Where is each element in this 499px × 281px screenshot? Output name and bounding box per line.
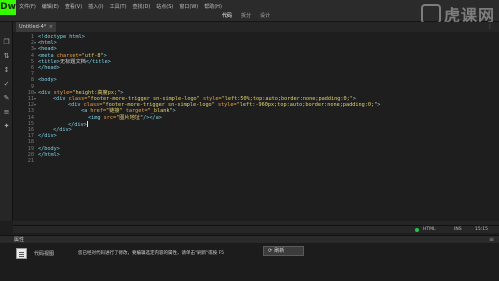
tab-design[interactable]: 设计 — [260, 12, 270, 20]
status-bar: HTML INS 15:15 — [13, 225, 499, 233]
dreamweaver-logo: Dw — [0, 0, 16, 15]
code-line: </head> — [38, 65, 60, 71]
document-tab-label: Untitled-4* — [19, 24, 47, 30]
select-parent-icon[interactable]: ✓ — [2, 80, 11, 89]
menu-find[interactable]: 查找(D) — [133, 2, 151, 12]
properties-panel-header: 属性 ≡ — [0, 235, 499, 243]
language-select[interactable]: HTML — [423, 226, 436, 234]
cursor-position: 15:15 — [475, 227, 488, 232]
refresh-button[interactable]: ⟳ 刷新 — [263, 246, 304, 256]
menu-bar: 文件(F) 编辑(E) 查看(V) 插入(I) 工具(T) 查找(D) 站点(S… — [19, 2, 222, 12]
menu-tools[interactable]: 工具(T) — [110, 2, 127, 12]
text-cursor — [86, 120, 88, 127]
filter-icon[interactable]: ⋮ — [487, 23, 493, 30]
line-number-gutter: 1 2 3 4 5 6 7 8 9 10 11 12 13 14 15 16 1… — [13, 32, 36, 221]
watermark-logo-icon — [420, 4, 441, 24]
tab-split[interactable]: 拆分 — [241, 12, 251, 20]
menu-help[interactable]: 帮助(H) — [204, 2, 222, 12]
view-mode-tabs: 代码 拆分 设计 — [222, 12, 270, 20]
code-editor[interactable]: 1 2 3 4 5 6 7 8 9 10 11 12 13 14 15 16 1… — [13, 32, 499, 221]
close-icon[interactable]: × — [49, 22, 53, 32]
fold-toggle-icon[interactable]: ▾ — [34, 46, 36, 52]
edit-icon[interactable]: ✎ — [2, 94, 11, 103]
document-tab-bar: Untitled-4* × ⋮ — [13, 22, 499, 32]
properties-notice: 您已经对代码进行了修改，要编辑选定内容的属性，请单击"刷新"或按 F5 — [78, 251, 225, 256]
menu-edit[interactable]: 编辑(E) — [42, 2, 59, 12]
title-bar: Dw 文件(F) 编辑(E) 查看(V) 插入(I) 工具(T) 查找(D) 站… — [0, 0, 499, 25]
refresh-icon: ⟳ — [268, 248, 273, 254]
open-documents-icon[interactable]: ❐ — [2, 38, 11, 47]
code-view-label: 代码视图 — [34, 251, 55, 257]
format-icon[interactable]: ≡ — [2, 108, 11, 117]
menu-window[interactable]: 窗口(W) — [179, 2, 198, 12]
collapse-tag-icon[interactable]: ⇅ — [2, 52, 11, 61]
code-line: <body> — [38, 77, 57, 84]
menu-file[interactable]: 文件(F) — [19, 2, 36, 12]
code-line: <img src="图片地址"/></a> — [88, 114, 162, 121]
coding-toolbar: ❐ ⇅ ↕ ✓ ✎ ≡ ✦ — [0, 22, 13, 221]
document-tab[interactable]: Untitled-4* × — [16, 22, 56, 32]
snippet-icon[interactable]: ✦ — [2, 122, 11, 131]
status-ok-icon — [415, 228, 419, 232]
refresh-label: 刷新 — [274, 248, 285, 254]
tab-code[interactable]: 代码 — [222, 12, 232, 20]
fold-toggle-icon[interactable]: ▾ — [34, 102, 36, 108]
code-line: </html> — [38, 151, 60, 158]
expand-all-icon[interactable]: ↕ — [2, 66, 11, 75]
menu-site[interactable]: 站点(S) — [156, 2, 173, 12]
menu-insert[interactable]: 插入(I) — [88, 2, 103, 12]
properties-panel: 代码视图 您已经对代码进行了修改，要编辑选定内容的属性，请单击"刷新"或按 F5… — [0, 243, 499, 281]
line-number: 21 — [27, 158, 34, 164]
code-view-icon — [16, 248, 27, 259]
code-line: </div> — [38, 133, 57, 140]
menu-view[interactable]: 查看(V) — [65, 2, 82, 12]
insert-mode-label: INS — [454, 227, 462, 232]
